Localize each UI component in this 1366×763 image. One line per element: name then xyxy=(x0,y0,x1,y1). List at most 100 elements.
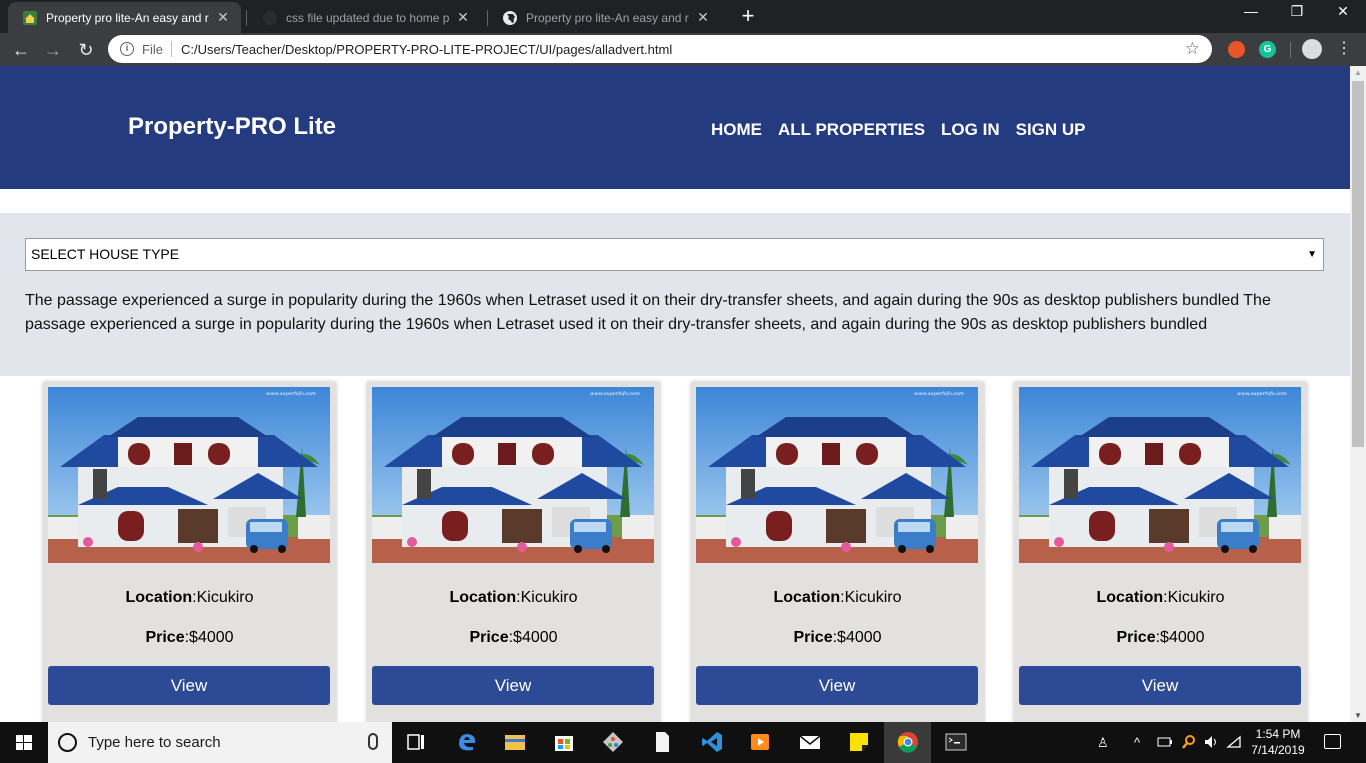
windows-logo-icon xyxy=(16,735,32,750)
site-brand[interactable]: Property-PRO Lite xyxy=(128,113,336,141)
scroll-down-icon[interactable]: ▼ xyxy=(1350,711,1366,720)
property-card: www.superhifo.com Location:Kicukiro Pric… xyxy=(43,382,336,722)
nav-home-link[interactable]: HOME xyxy=(711,120,762,140)
location-value: :Kicukiro xyxy=(840,589,902,606)
back-button[interactable]: ← xyxy=(8,37,34,63)
media-player-icon[interactable] xyxy=(748,730,772,754)
scrollbar-thumb[interactable] xyxy=(1352,81,1364,447)
scroll-up-icon[interactable]: ▲ xyxy=(1350,68,1366,77)
battery-plug-icon[interactable] xyxy=(1157,736,1173,748)
svg-text:www.superhifo.com: www.superhifo.com xyxy=(266,391,316,397)
search-placeholder: Type here to search xyxy=(88,734,221,751)
search-magnifier-tray-icon[interactable] xyxy=(1181,734,1197,750)
location-label: Location xyxy=(773,589,841,606)
vscode-icon[interactable] xyxy=(700,730,724,754)
people-icon[interactable]: ♙ xyxy=(1097,722,1109,763)
start-button[interactable] xyxy=(0,722,48,763)
tab-close-icon[interactable]: ✕ xyxy=(455,9,471,26)
bookmark-star-icon[interactable]: ☆ xyxy=(1185,39,1200,59)
wifi-icon[interactable] xyxy=(1226,735,1244,749)
browser-tab-3[interactable]: Property pro lite-An easy and reli ✕ xyxy=(488,2,721,33)
browser-tab-strip: Property pro lite-An easy and reli ✕ css… xyxy=(0,0,1366,33)
forward-button[interactable]: → xyxy=(40,37,66,63)
action-center-icon[interactable] xyxy=(1324,734,1341,749)
property-card-list: www.superhifo.com Location:Kicukiro Pric… xyxy=(0,382,1350,722)
location-value: :Kicukiro xyxy=(1163,589,1225,606)
price-label: Price xyxy=(793,629,833,646)
chrome-menu-icon[interactable]: ⋮ xyxy=(1336,37,1352,61)
tab-close-icon[interactable]: ✕ xyxy=(215,9,231,26)
intro-paragraph: The passage experienced a surge in popul… xyxy=(25,292,1271,333)
notepad-icon[interactable] xyxy=(650,730,674,754)
view-button[interactable]: View xyxy=(372,666,654,705)
location-label: Location xyxy=(125,589,193,606)
nav-sign-up-link[interactable]: SIGN UP xyxy=(1016,120,1086,140)
location-label: Location xyxy=(449,589,517,606)
view-button[interactable]: View xyxy=(696,666,978,705)
taskbar-search-box[interactable]: Type here to search xyxy=(48,722,392,763)
nav-all-properties-link[interactable]: ALL PROPERTIES xyxy=(778,120,925,140)
restore-button[interactable]: ❐ xyxy=(1274,0,1320,24)
property-card: www.superhifo.com Location:Kicukiro Pric… xyxy=(1014,382,1307,722)
scheme-label: File xyxy=(142,41,163,57)
profile-avatar-icon[interactable] xyxy=(1302,39,1322,59)
view-button[interactable]: View xyxy=(1019,666,1301,705)
terminal-icon[interactable] xyxy=(944,730,968,754)
price-value: :$4000 xyxy=(184,629,234,646)
price-value: :$4000 xyxy=(1155,629,1205,646)
volume-icon[interactable] xyxy=(1203,735,1221,749)
card-location: Location:Kicukiro xyxy=(43,589,336,607)
chrome-icon[interactable] xyxy=(896,730,920,754)
svg-text:www.superhifo.com: www.superhifo.com xyxy=(1237,391,1287,397)
card-location: Location:Kicukiro xyxy=(691,589,984,607)
svg-text:www.superhifo.com: www.superhifo.com xyxy=(590,391,640,397)
tab-divider xyxy=(246,10,247,26)
windows-taskbar: Type here to search ♙ ^ 1:54 PM 7/14/201… xyxy=(0,722,1366,763)
file-explorer-icon[interactable] xyxy=(503,730,527,754)
edge-icon[interactable] xyxy=(455,730,479,754)
view-button[interactable]: View xyxy=(48,666,330,705)
property-card: www.superhifo.com Location:Kicukiro Pric… xyxy=(691,382,984,722)
store-icon[interactable] xyxy=(552,730,576,754)
show-hidden-icons-chevron-icon[interactable]: ^ xyxy=(1134,722,1140,763)
house-photo: www.superhifo.com xyxy=(1019,387,1301,563)
nav-log-in-link[interactable]: LOG IN xyxy=(941,120,1000,140)
house-type-select[interactable]: SELECT HOUSE TYPE ▼ xyxy=(25,238,1324,271)
system-clock[interactable]: 1:54 PM 7/14/2019 xyxy=(1247,726,1309,758)
github-favicon-icon xyxy=(263,10,277,25)
svg-text:www.superhifo.com: www.superhifo.com xyxy=(914,391,964,397)
card-location: Location:Kicukiro xyxy=(367,589,660,607)
property-favicon-icon xyxy=(23,10,37,25)
url-text[interactable]: C:/Users/Teacher/Desktop/PROPERTY-PRO-LI… xyxy=(181,42,672,57)
price-label: Price xyxy=(469,629,509,646)
page-scrollbar[interactable]: ▲ ▼ xyxy=(1350,66,1366,722)
reload-button[interactable]: ↻ xyxy=(73,37,99,63)
grammarly-icon[interactable]: G xyxy=(1259,41,1276,58)
address-bar[interactable]: i File C:/Users/Teacher/Desktop/PROPERTY… xyxy=(108,35,1212,63)
house-illustration: www.superhifo.com xyxy=(1019,387,1301,563)
house-illustration: www.superhifo.com xyxy=(48,387,330,563)
minimize-button[interactable]: — xyxy=(1228,0,1274,24)
clock-date: 7/14/2019 xyxy=(1251,743,1305,757)
git-icon[interactable] xyxy=(601,730,625,754)
site-info-icon[interactable]: i xyxy=(120,42,134,56)
extension-fire-icon[interactable] xyxy=(1228,41,1245,58)
dropdown-arrow-icon: ▼ xyxy=(1307,249,1317,260)
tab-close-icon[interactable]: ✕ xyxy=(695,9,711,26)
new-tab-button[interactable]: + xyxy=(735,3,761,29)
location-label: Location xyxy=(1096,589,1164,606)
clock-time: 1:54 PM xyxy=(1255,727,1301,741)
task-view-icon[interactable] xyxy=(404,730,428,754)
browser-tab-2[interactable]: css file updated due to home pag ✕ xyxy=(248,2,481,33)
sticky-notes-icon[interactable] xyxy=(847,730,871,754)
select-value: SELECT HOUSE TYPE xyxy=(31,246,180,262)
close-window-button[interactable]: ✕ xyxy=(1320,0,1366,24)
card-price: Price:$4000 xyxy=(43,629,336,647)
tab-title: Property pro lite-An easy and reli xyxy=(526,10,689,25)
mail-icon[interactable] xyxy=(798,730,822,754)
tab-title: css file updated due to home pag xyxy=(286,10,449,25)
cortana-circle-icon xyxy=(58,733,77,752)
browser-tab-1[interactable]: Property pro lite-An easy and reli ✕ xyxy=(8,2,241,33)
house-photo: www.superhifo.com xyxy=(372,387,654,563)
microphone-icon[interactable] xyxy=(368,733,378,750)
